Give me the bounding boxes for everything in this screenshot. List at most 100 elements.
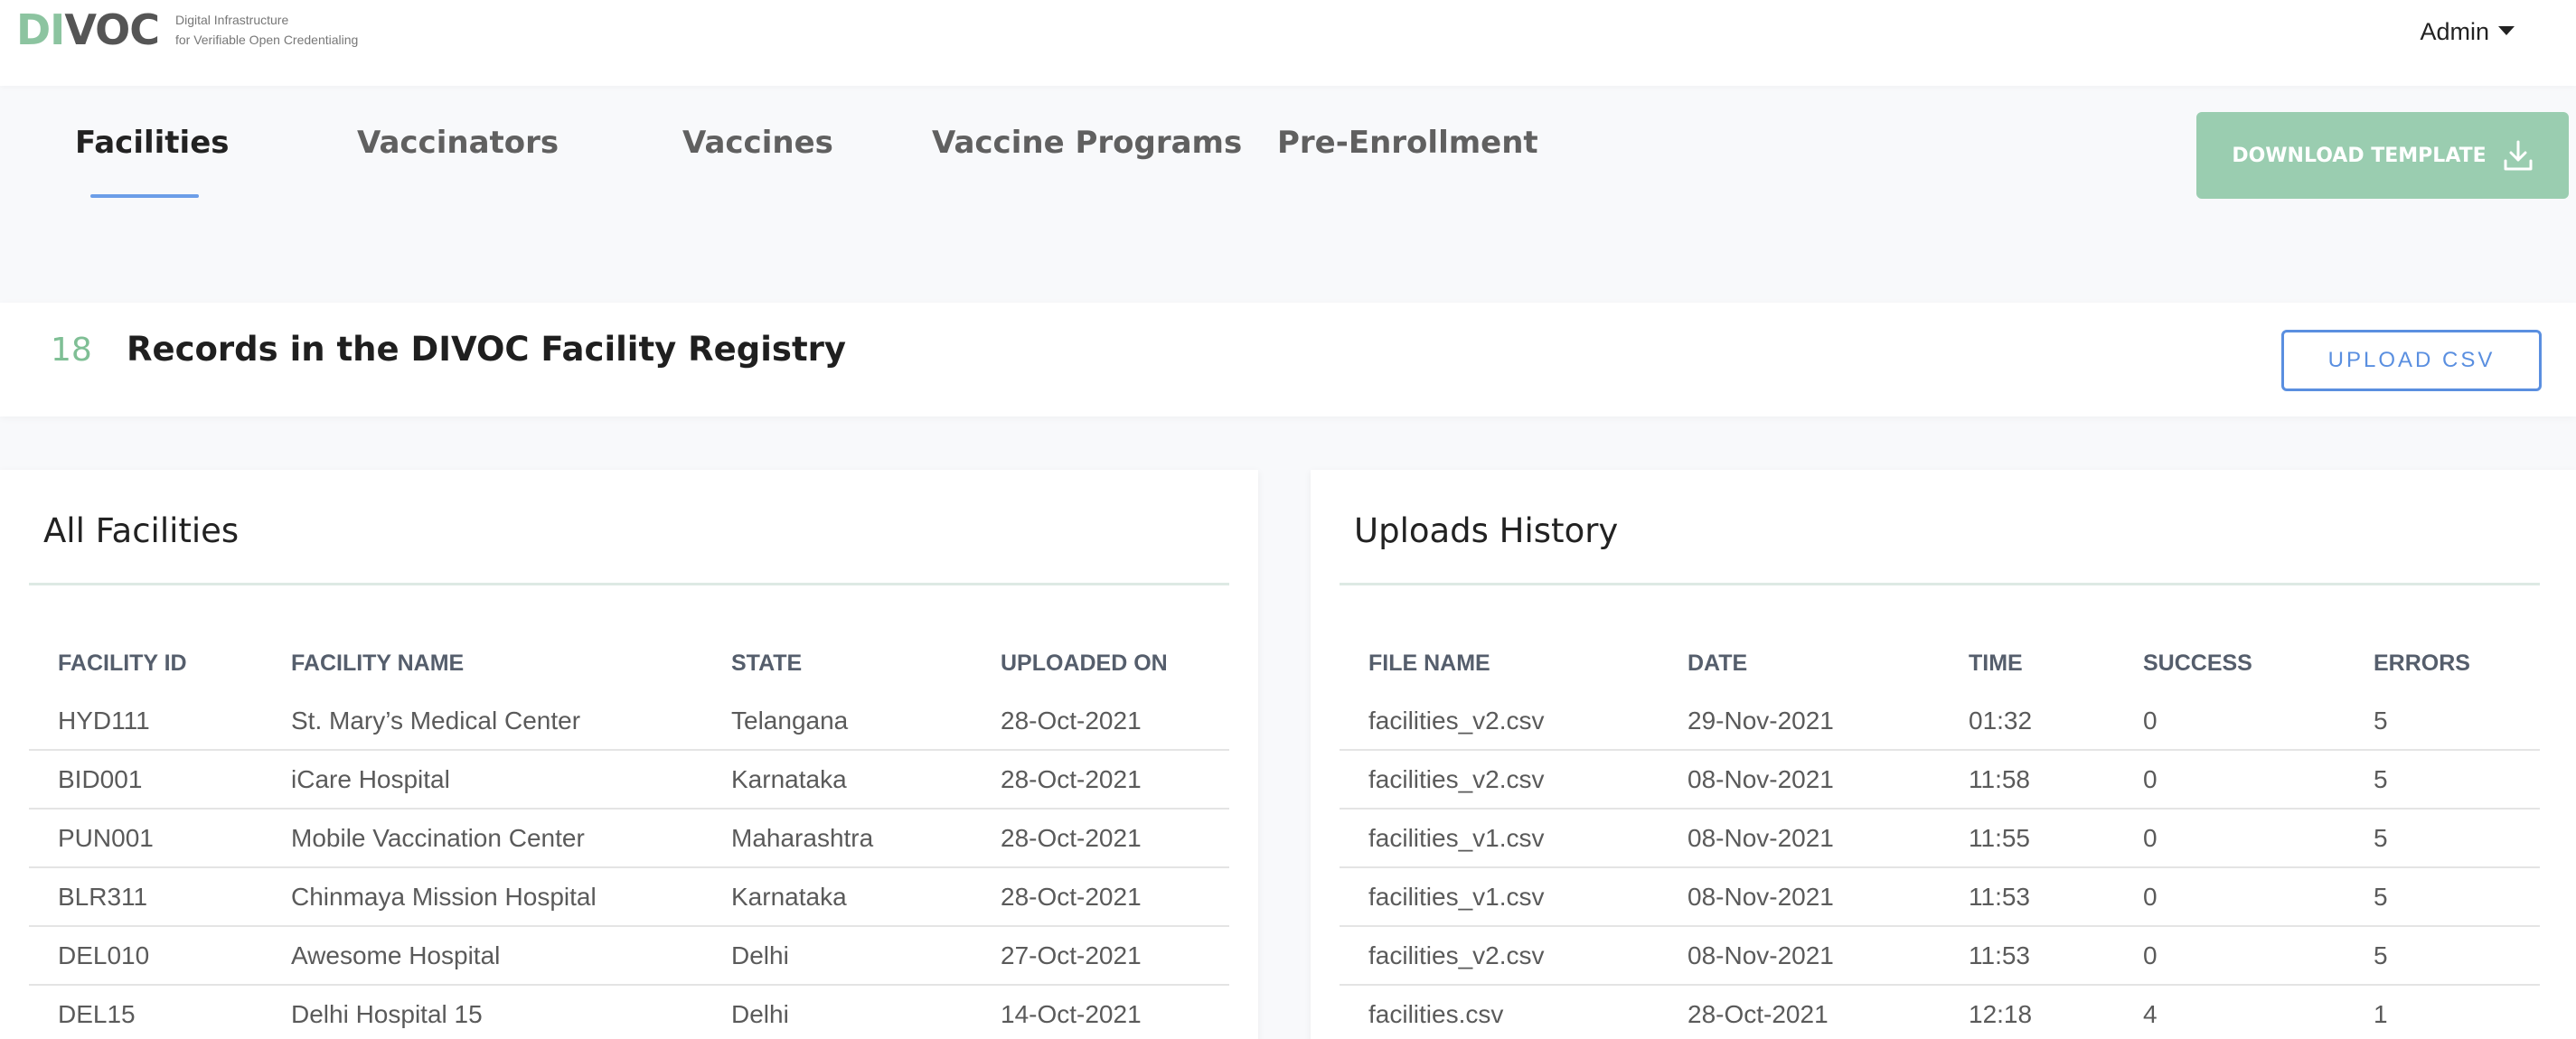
date-cell: 08-Nov-2021 (1659, 809, 1940, 868)
column-header[interactable]: FACILITY NAME (262, 623, 702, 707)
table-header-row: FACILITY ID FACILITY NAME STATE UPLOADED… (29, 623, 1229, 707)
table-row[interactable]: DEL15 Delhi Hospital 15 Delhi 14-Oct-202… (29, 985, 1229, 1039)
date-cell: 08-Nov-2021 (1659, 867, 1940, 927)
column-header[interactable]: SUCCESS (2114, 623, 2345, 707)
download-template-button[interactable]: DOWNLOAD TEMPLATE (2196, 112, 2569, 199)
records-summary-card: 18 Records in the DIVOC Facility Registr… (0, 303, 2576, 417)
date-cell: 08-Nov-2021 (1659, 750, 1940, 810)
column-header[interactable]: ERRORS (2345, 623, 2540, 707)
file-name-cell: facilities_v2.csv (1340, 750, 1659, 810)
time-cell: 11:55 (1940, 809, 2114, 868)
column-header[interactable]: FILE NAME (1340, 623, 1659, 707)
time-cell: 11:58 (1940, 750, 2114, 810)
table-row[interactable]: BID001 iCare Hospital Karnataka 28-Oct-2… (29, 750, 1229, 810)
table-row[interactable]: facilities.csv 28-Oct-2021 12:18 4 1 (1340, 985, 2540, 1039)
file-name-cell: facilities_v2.csv (1340, 926, 1659, 986)
admin-user-menu[interactable]: Admin (2420, 18, 2515, 46)
column-header[interactable]: TIME (1940, 623, 2114, 707)
table-row[interactable]: facilities_v1.csv 08-Nov-2021 11:55 0 5 (1340, 809, 2540, 868)
table-row[interactable]: BLR311 Chinmaya Mission Hospital Karnata… (29, 867, 1229, 927)
success-cell: 0 (2114, 750, 2345, 810)
caret-down-icon (2498, 25, 2515, 35)
uploaded-on-cell: 28-Oct-2021 (972, 867, 1229, 927)
divider (29, 583, 1229, 585)
uploaded-on-cell: 28-Oct-2021 (972, 809, 1229, 868)
column-header[interactable]: DATE (1659, 623, 1940, 707)
logo-wordmark-di: DI (16, 5, 65, 54)
table-row[interactable]: facilities_v2.csv 29-Nov-2021 01:32 0 5 (1340, 707, 2540, 751)
records-label: Records in the DIVOC Facility Registry (127, 330, 847, 369)
success-cell: 0 (2114, 926, 2345, 986)
divider (1340, 583, 2540, 585)
time-cell: 12:18 (1940, 985, 2114, 1039)
logo-tagline-line1: Digital Infrastructure (174, 13, 289, 27)
facility-id-cell: HYD111 (29, 707, 262, 751)
state-cell: Delhi (702, 926, 972, 986)
uploaded-on-cell: 27-Oct-2021 (972, 926, 1229, 986)
facility-id-cell: BID001 (29, 750, 262, 810)
facility-id-cell: PUN001 (29, 809, 262, 868)
state-cell: Karnataka (702, 867, 972, 927)
divoc-logo[interactable]: DIVOC Digital Infrastructure for Verifia… (16, 9, 358, 51)
table-row[interactable]: PUN001 Mobile Vaccination Center Maharas… (29, 809, 1229, 868)
table-row[interactable]: facilities_v2.csv 08-Nov-2021 11:58 0 5 (1340, 750, 2540, 810)
facility-id-cell: BLR311 (29, 867, 262, 927)
time-cell: 11:53 (1940, 867, 2114, 927)
time-cell: 01:32 (1940, 707, 2114, 751)
errors-cell: 5 (2345, 707, 2540, 751)
logo-wordmark-voc: VOC (64, 5, 160, 54)
table-row[interactable]: facilities_v2.csv 08-Nov-2021 11:53 0 5 (1340, 926, 2540, 986)
active-tab-indicator (90, 194, 199, 198)
upload-csv-button[interactable]: UPLOAD CSV (2281, 330, 2542, 391)
facility-id-cell: DEL15 (29, 985, 262, 1039)
all-facilities-panel: All Facilities FACILITY ID FACILITY NAME… (0, 470, 1258, 1039)
uploaded-on-cell: 28-Oct-2021 (972, 707, 1229, 751)
date-cell: 08-Nov-2021 (1659, 926, 1940, 986)
state-cell: Delhi (702, 985, 972, 1039)
errors-cell: 5 (2345, 809, 2540, 868)
success-cell: 4 (2114, 985, 2345, 1039)
facility-id-cell: DEL010 (29, 926, 262, 986)
uploads-table: FILE NAME DATE TIME SUCCESS ERRORS facil… (1340, 623, 2540, 1039)
uploaded-on-cell: 28-Oct-2021 (972, 750, 1229, 810)
all-facilities-title: All Facilities (43, 511, 240, 550)
tab-vaccine-programs[interactable]: Vaccine Programs (932, 125, 1242, 161)
facilities-table: FACILITY ID FACILITY NAME STATE UPLOADED… (29, 623, 1229, 1039)
errors-cell: 5 (2345, 867, 2540, 927)
file-name-cell: facilities.csv (1340, 985, 1659, 1039)
file-name-cell: facilities_v1.csv (1340, 867, 1659, 927)
tab-pre-enrollment[interactable]: Pre-Enrollment (1277, 125, 1538, 161)
facility-name-cell: iCare Hospital (262, 750, 702, 810)
download-template-label: DOWNLOAD TEMPLATE (2232, 144, 2487, 167)
tab-facilities[interactable]: Facilities (75, 125, 230, 161)
column-header[interactable]: FACILITY ID (29, 623, 262, 707)
column-header[interactable]: STATE (702, 623, 972, 707)
time-cell: 11:53 (1940, 926, 2114, 986)
column-header[interactable]: UPLOADED ON (972, 623, 1229, 707)
top-header: DIVOC Digital Infrastructure for Verifia… (0, 0, 2576, 86)
facility-name-cell: Chinmaya Mission Hospital (262, 867, 702, 927)
download-icon (2504, 140, 2533, 171)
admin-user-menu-label: Admin (2420, 18, 2489, 45)
facility-name-cell: Delhi Hospital 15 (262, 985, 702, 1039)
logo-tagline: Digital Infrastructure for Verifiable Op… (175, 10, 358, 50)
file-name-cell: facilities_v2.csv (1340, 707, 1659, 751)
success-cell: 0 (2114, 707, 2345, 751)
errors-cell: 5 (2345, 926, 2540, 986)
date-cell: 28-Oct-2021 (1659, 985, 1940, 1039)
date-cell: 29-Nov-2021 (1659, 707, 1940, 751)
records-count: 18 (51, 332, 92, 369)
table-row[interactable]: facilities_v1.csv 08-Nov-2021 11:53 0 5 (1340, 867, 2540, 927)
facility-name-cell: Mobile Vaccination Center (262, 809, 702, 868)
table-row[interactable]: DEL010 Awesome Hospital Delhi 27-Oct-202… (29, 926, 1229, 986)
tab-vaccines[interactable]: Vaccines (682, 125, 833, 161)
state-cell: Maharashtra (702, 809, 972, 868)
tab-vaccinators[interactable]: Vaccinators (357, 125, 559, 161)
success-cell: 0 (2114, 809, 2345, 868)
table-header-row: FILE NAME DATE TIME SUCCESS ERRORS (1340, 623, 2540, 707)
errors-cell: 1 (2345, 985, 2540, 1039)
state-cell: Karnataka (702, 750, 972, 810)
table-row[interactable]: HYD111 St. Mary’s Medical Center Telanga… (29, 707, 1229, 751)
uploads-history-title: Uploads History (1354, 511, 1619, 550)
file-name-cell: facilities_v1.csv (1340, 809, 1659, 868)
